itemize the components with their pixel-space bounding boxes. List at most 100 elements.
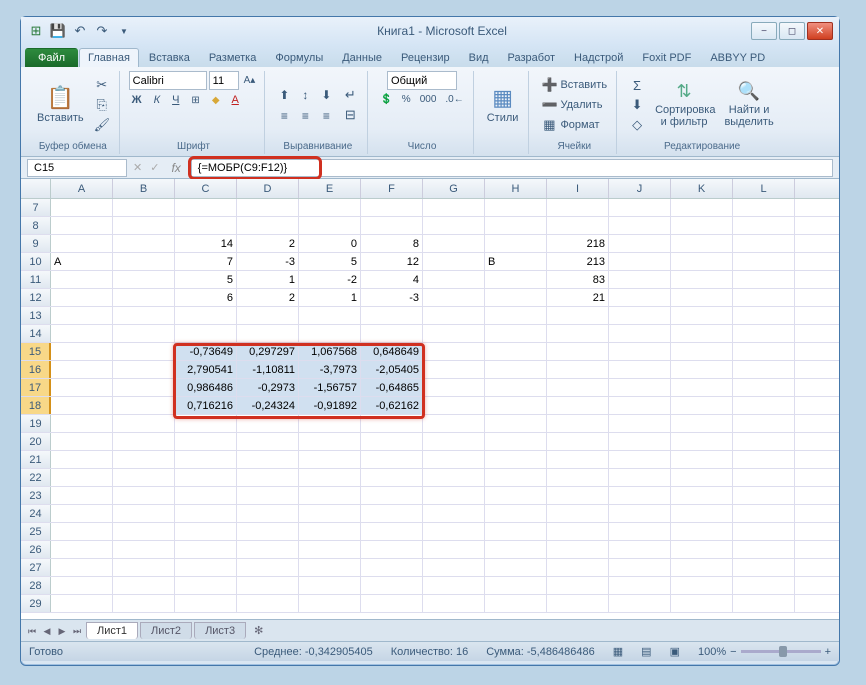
cell-C14[interactable] <box>175 325 237 342</box>
cell-G10[interactable] <box>423 253 485 270</box>
cell-G12[interactable] <box>423 289 485 306</box>
cell-B25[interactable] <box>113 523 175 540</box>
sheet-last-button[interactable]: ⏭ <box>70 624 84 638</box>
cell-K23[interactable] <box>671 487 733 504</box>
cell-I23[interactable] <box>547 487 609 504</box>
cell-J23[interactable] <box>609 487 671 504</box>
undo-icon[interactable]: ↶ <box>71 22 89 40</box>
cell-G28[interactable] <box>423 577 485 594</box>
row-header[interactable]: 29 <box>21 595 51 612</box>
cell-A21[interactable] <box>51 451 113 468</box>
cell-L23[interactable] <box>733 487 795 504</box>
cell-I12[interactable]: 21 <box>547 289 609 306</box>
cell-B28[interactable] <box>113 577 175 594</box>
row-header[interactable]: 18 <box>21 397 51 414</box>
align-middle-button[interactable]: ↕ <box>295 85 315 105</box>
cell-B22[interactable] <box>113 469 175 486</box>
new-sheet-button[interactable]: ✻ <box>248 624 269 637</box>
cell-C24[interactable] <box>175 505 237 522</box>
cell-K8[interactable] <box>671 217 733 234</box>
cell-B12[interactable] <box>113 289 175 306</box>
bold-button[interactable]: Ж <box>129 93 145 107</box>
fx-icon[interactable]: fx <box>165 161 186 175</box>
row-header[interactable]: 17 <box>21 379 51 396</box>
cell-E25[interactable] <box>299 523 361 540</box>
sheet-first-button[interactable]: ⏮ <box>25 624 39 638</box>
cell-F9[interactable]: 8 <box>361 235 423 252</box>
cell-L19[interactable] <box>733 415 795 432</box>
row-header[interactable]: 27 <box>21 559 51 576</box>
cell-C7[interactable] <box>175 199 237 216</box>
cell-D12[interactable]: 2 <box>237 289 299 306</box>
col-header-I[interactable]: I <box>547 179 609 198</box>
maximize-button[interactable]: ◻ <box>779 22 805 40</box>
cell-F14[interactable] <box>361 325 423 342</box>
cell-F21[interactable] <box>361 451 423 468</box>
row-header[interactable]: 8 <box>21 217 51 234</box>
cell-I15[interactable] <box>547 343 609 360</box>
name-box[interactable]: C15 <box>27 159 127 177</box>
cell-G19[interactable] <box>423 415 485 432</box>
cell-L11[interactable] <box>733 271 795 288</box>
cell-E7[interactable] <box>299 199 361 216</box>
row-header[interactable]: 14 <box>21 325 51 342</box>
format-cells-button[interactable]: ▦Формат <box>538 116 610 134</box>
cell-I9[interactable]: 218 <box>547 235 609 252</box>
cell-E11[interactable]: -2 <box>299 271 361 288</box>
cell-D28[interactable] <box>237 577 299 594</box>
cell-K19[interactable] <box>671 415 733 432</box>
cell-K29[interactable] <box>671 595 733 612</box>
cell-C19[interactable] <box>175 415 237 432</box>
cell-H26[interactable] <box>485 541 547 558</box>
cell-H29[interactable] <box>485 595 547 612</box>
cell-J26[interactable] <box>609 541 671 558</box>
tab-developer[interactable]: Разработ <box>499 48 564 67</box>
cell-G13[interactable] <box>423 307 485 324</box>
cell-J24[interactable] <box>609 505 671 522</box>
row-header[interactable]: 20 <box>21 433 51 450</box>
cell-B10[interactable] <box>113 253 175 270</box>
cell-B7[interactable] <box>113 199 175 216</box>
cell-D29[interactable] <box>237 595 299 612</box>
row-header[interactable]: 24 <box>21 505 51 522</box>
cell-B18[interactable] <box>113 397 175 414</box>
cell-J18[interactable] <box>609 397 671 414</box>
cell-F15[interactable]: 0,648649 <box>361 343 423 360</box>
cell-A9[interactable] <box>51 235 113 252</box>
cell-H12[interactable] <box>485 289 547 306</box>
cell-A27[interactable] <box>51 559 113 576</box>
cell-B8[interactable] <box>113 217 175 234</box>
find-select-button[interactable]: 🔍Найти и выделить <box>720 80 778 130</box>
cell-L14[interactable] <box>733 325 795 342</box>
cell-D18[interactable]: -0,24324 <box>237 397 299 414</box>
cell-J20[interactable] <box>609 433 671 450</box>
cell-G29[interactable] <box>423 595 485 612</box>
cell-J12[interactable] <box>609 289 671 306</box>
cell-B15[interactable] <box>113 343 175 360</box>
cell-I21[interactable] <box>547 451 609 468</box>
cell-A22[interactable] <box>51 469 113 486</box>
cell-F22[interactable] <box>361 469 423 486</box>
cell-K14[interactable] <box>671 325 733 342</box>
save-icon[interactable]: 💾 <box>49 22 67 40</box>
cell-A25[interactable] <box>51 523 113 540</box>
cell-L25[interactable] <box>733 523 795 540</box>
cell-K27[interactable] <box>671 559 733 576</box>
enter-formula-button[interactable]: ✓ <box>148 161 161 174</box>
redo-icon[interactable]: ↷ <box>93 22 111 40</box>
view-layout-button[interactable]: ▤ <box>641 645 651 658</box>
cell-L15[interactable] <box>733 343 795 360</box>
cell-L22[interactable] <box>733 469 795 486</box>
cell-E16[interactable]: -3,7973 <box>299 361 361 378</box>
zoom-slider[interactable] <box>741 650 821 653</box>
zoom-in-button[interactable]: + <box>825 646 831 658</box>
cell-L24[interactable] <box>733 505 795 522</box>
cell-K17[interactable] <box>671 379 733 396</box>
font-color-button[interactable]: A <box>229 93 242 107</box>
cell-A23[interactable] <box>51 487 113 504</box>
cell-J27[interactable] <box>609 559 671 576</box>
cell-A14[interactable] <box>51 325 113 342</box>
cell-I11[interactable]: 83 <box>547 271 609 288</box>
cell-I10[interactable]: 213 <box>547 253 609 270</box>
cell-J28[interactable] <box>609 577 671 594</box>
